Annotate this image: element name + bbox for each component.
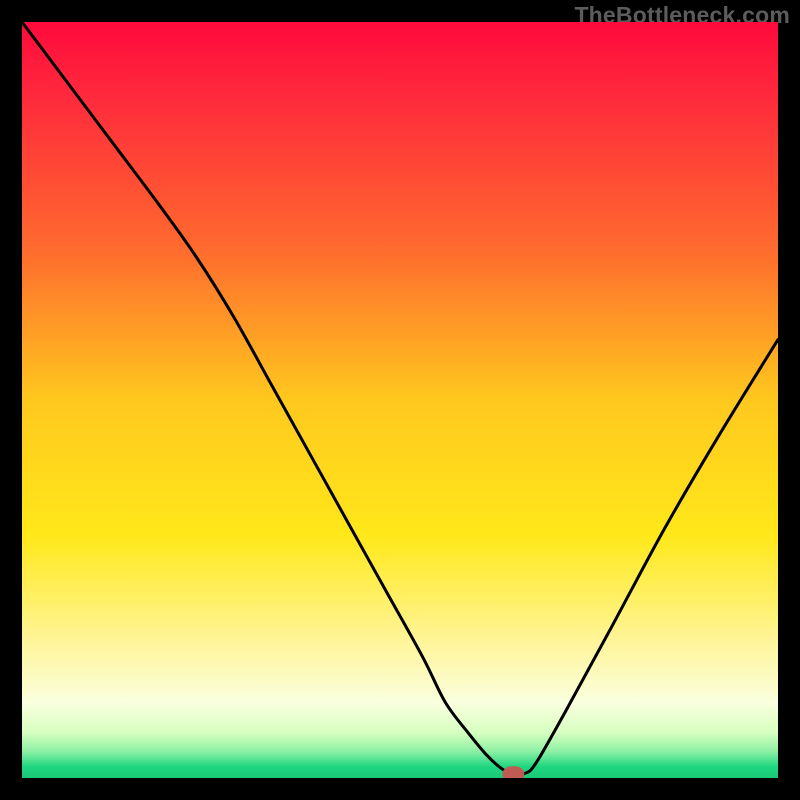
chart-canvas <box>22 22 778 778</box>
chart-container: TheBottleneck.com <box>0 0 800 800</box>
gradient-background <box>22 22 778 778</box>
plot-area <box>22 22 778 778</box>
